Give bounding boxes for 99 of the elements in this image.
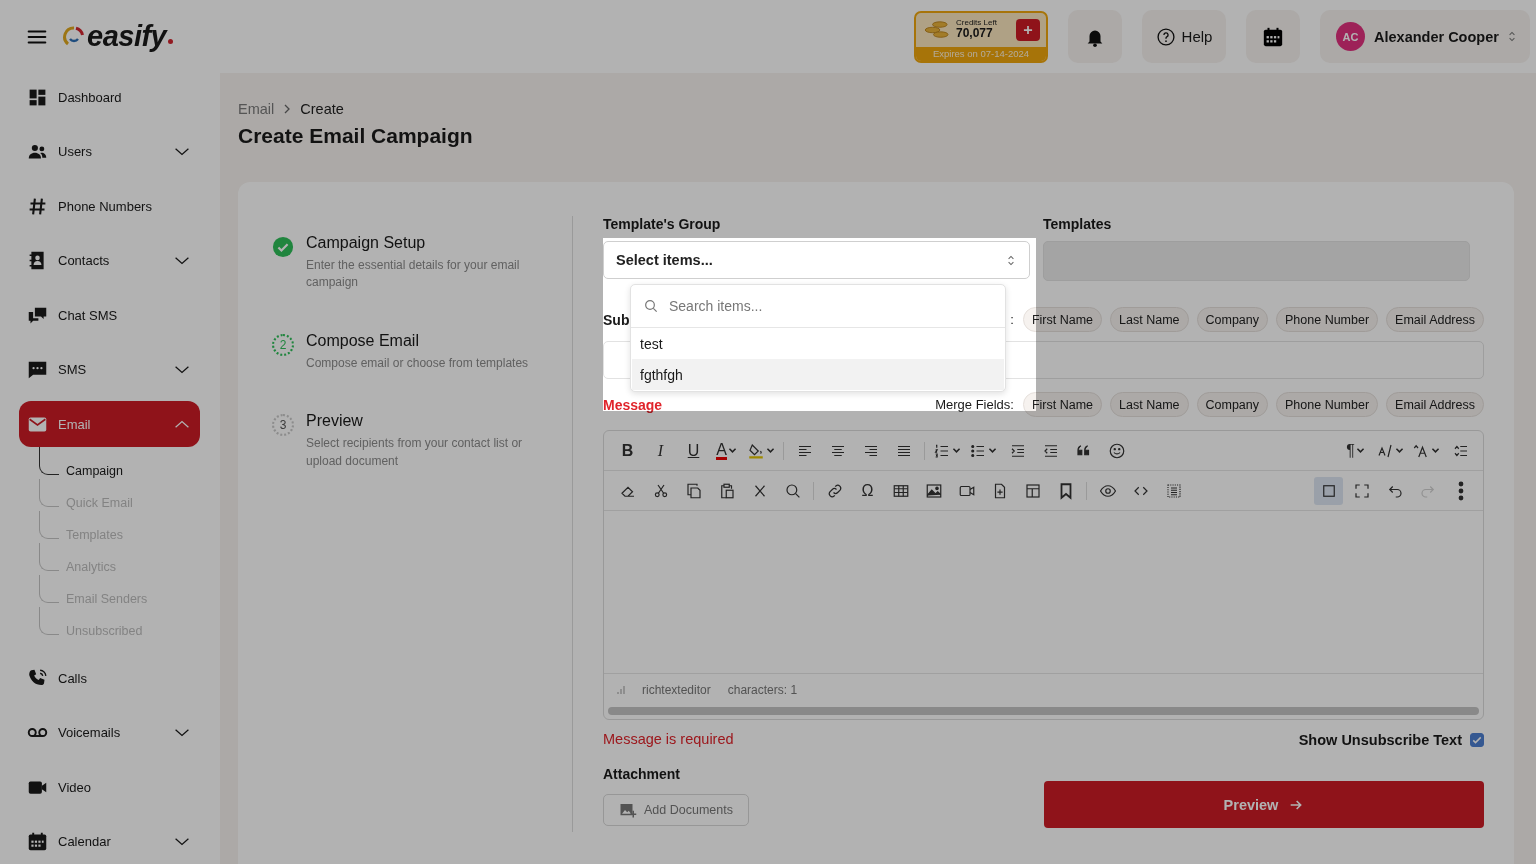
add-documents-button[interactable]: Add Documents xyxy=(603,794,749,826)
checkmark-icon xyxy=(1471,734,1483,746)
underline-button[interactable]: U xyxy=(679,436,708,465)
chevron-down-icon xyxy=(174,146,190,157)
merge-field-chip[interactable]: First Name xyxy=(1022,392,1103,417)
sidebar-item[interactable]: Voicemails xyxy=(19,709,200,756)
merge-field-chip[interactable]: Email Address xyxy=(1386,307,1484,332)
caret-icon xyxy=(1395,447,1404,454)
tree-line xyxy=(39,447,59,475)
calendar-button[interactable] xyxy=(1246,10,1300,63)
caret-icon xyxy=(988,447,997,454)
merge-field-chip[interactable]: Last Name xyxy=(1110,307,1189,332)
credits-expiry: Expires on 07-14-2024 xyxy=(916,46,1046,61)
search-field[interactable]: Search items... xyxy=(667,297,993,315)
caret-icon xyxy=(952,447,961,454)
merge-field-chip[interactable]: Phone Number xyxy=(1276,392,1379,417)
paragraph-button[interactable]: ¶ xyxy=(1341,436,1370,465)
sidebar-item[interactable]: Chat SMS xyxy=(19,292,200,338)
sidebar-item[interactable]: Phone Numbers xyxy=(19,183,200,229)
merge-field-chip[interactable]: Phone Number xyxy=(1276,307,1379,332)
coins-icon xyxy=(924,19,952,40)
sidebar-item[interactable]: Calendar xyxy=(19,818,200,864)
user-avatar: AC xyxy=(1336,22,1365,51)
step-title: Campaign Setup xyxy=(306,234,427,252)
search-icon xyxy=(643,298,659,314)
caret-icon xyxy=(766,447,775,454)
sidebar-item[interactable]: Users xyxy=(19,128,200,175)
sidebar-item[interactable]: Video xyxy=(19,764,200,810)
character-count: characters: 1 xyxy=(727,683,798,697)
submenu-item[interactable]: Campaign xyxy=(66,464,123,483)
credits-value: 70,077 xyxy=(956,27,994,41)
font-color-button[interactable]: A xyxy=(712,436,741,465)
add-credits-button[interactable] xyxy=(1016,18,1040,41)
sidebar-item[interactable]: Email xyxy=(19,401,200,447)
sort-caret-icon xyxy=(1507,30,1516,43)
user-menu-button[interactable]: AC Alexander Cooper xyxy=(1320,10,1530,63)
merge-field-chip[interactable]: Last Name xyxy=(1110,392,1189,417)
bold-button[interactable]: B xyxy=(613,436,642,465)
chevron-up-icon xyxy=(174,419,190,429)
message-icon xyxy=(27,359,48,380)
merge-field-chip[interactable]: Company xyxy=(1196,392,1268,417)
image-plus-icon xyxy=(619,801,638,819)
calendar-icon xyxy=(1262,25,1284,48)
dropdown-option[interactable]: fgthfgh xyxy=(632,359,1004,390)
italic-button[interactable]: I xyxy=(646,436,675,465)
step-description: Select recipients from your contact list or upload document xyxy=(306,435,524,470)
resize-grip-icon xyxy=(615,685,625,695)
user-name: Alexander Cooper xyxy=(1374,28,1499,45)
tree-line xyxy=(39,479,59,507)
error-message: Message is required xyxy=(603,731,735,749)
field-label: Template's Group xyxy=(603,216,722,232)
chevron-down-icon xyxy=(174,727,190,738)
field-label: Sub xyxy=(603,311,630,328)
step-description: Enter the essential details for your email campaign xyxy=(306,257,521,292)
step-description: Compose email or choose from templates xyxy=(306,354,529,372)
field-label: Templates xyxy=(1043,216,1113,232)
merge-field-chip[interactable]: Email Address xyxy=(1386,392,1484,417)
chevron-down-icon xyxy=(174,836,190,847)
field-label: Attachment xyxy=(603,766,681,782)
frame-button[interactable] xyxy=(1314,476,1343,505)
editor-path: richtexteditor xyxy=(642,683,711,697)
notifications-button[interactable] xyxy=(1068,10,1122,63)
logo-dot-icon xyxy=(168,39,174,44)
step-number: 3 xyxy=(272,414,294,437)
template-group-select[interactable]: Select items... xyxy=(603,241,1030,279)
step-number: 2 xyxy=(272,333,294,356)
merge-fields-label: : xyxy=(1010,312,1014,327)
sidebar-item[interactable]: Dashboard xyxy=(19,74,200,120)
tree-line xyxy=(39,543,59,571)
sidebar-item[interactable]: Calls xyxy=(19,655,200,701)
help-button[interactable]: Help xyxy=(1142,10,1226,63)
breadcrumb-current: Create xyxy=(300,101,344,117)
page-title: Create Email Campaign xyxy=(238,124,474,149)
logo-text: easify xyxy=(87,20,167,53)
sort-caret-icon xyxy=(1007,253,1015,267)
chevron-down-icon xyxy=(174,255,190,266)
field-label: Message xyxy=(603,396,663,413)
sidebar-item[interactable]: Contacts xyxy=(19,237,200,284)
step-title: Preview xyxy=(306,412,364,431)
caret-icon xyxy=(1355,447,1365,454)
unsubscribe-checkbox[interactable]: Show Unsubscribe Text xyxy=(1044,731,1484,749)
caret-icon xyxy=(727,447,737,454)
step-title: Compose Email xyxy=(306,331,420,350)
sidebar-item[interactable]: SMS xyxy=(19,346,200,393)
merge-fields-label: Merge Fields: xyxy=(935,397,1014,412)
chevron-down-icon xyxy=(174,364,190,375)
credits-label: Credits Left xyxy=(956,18,998,28)
tree-line xyxy=(39,511,59,539)
dropdown-option[interactable]: test xyxy=(632,328,1004,359)
preview-button[interactable]: Preview xyxy=(1044,781,1484,828)
help-icon xyxy=(1155,26,1176,47)
tree-line xyxy=(39,607,59,635)
symbol-button[interactable]: Ω xyxy=(853,476,882,505)
merge-field-chip[interactable]: Company xyxy=(1196,307,1268,332)
calendar-icon xyxy=(27,831,48,852)
scrollbar[interactable] xyxy=(608,707,1479,715)
caret-icon xyxy=(1431,447,1440,454)
tree-line xyxy=(39,575,59,603)
merge-field-chip[interactable]: First Name xyxy=(1022,307,1103,332)
